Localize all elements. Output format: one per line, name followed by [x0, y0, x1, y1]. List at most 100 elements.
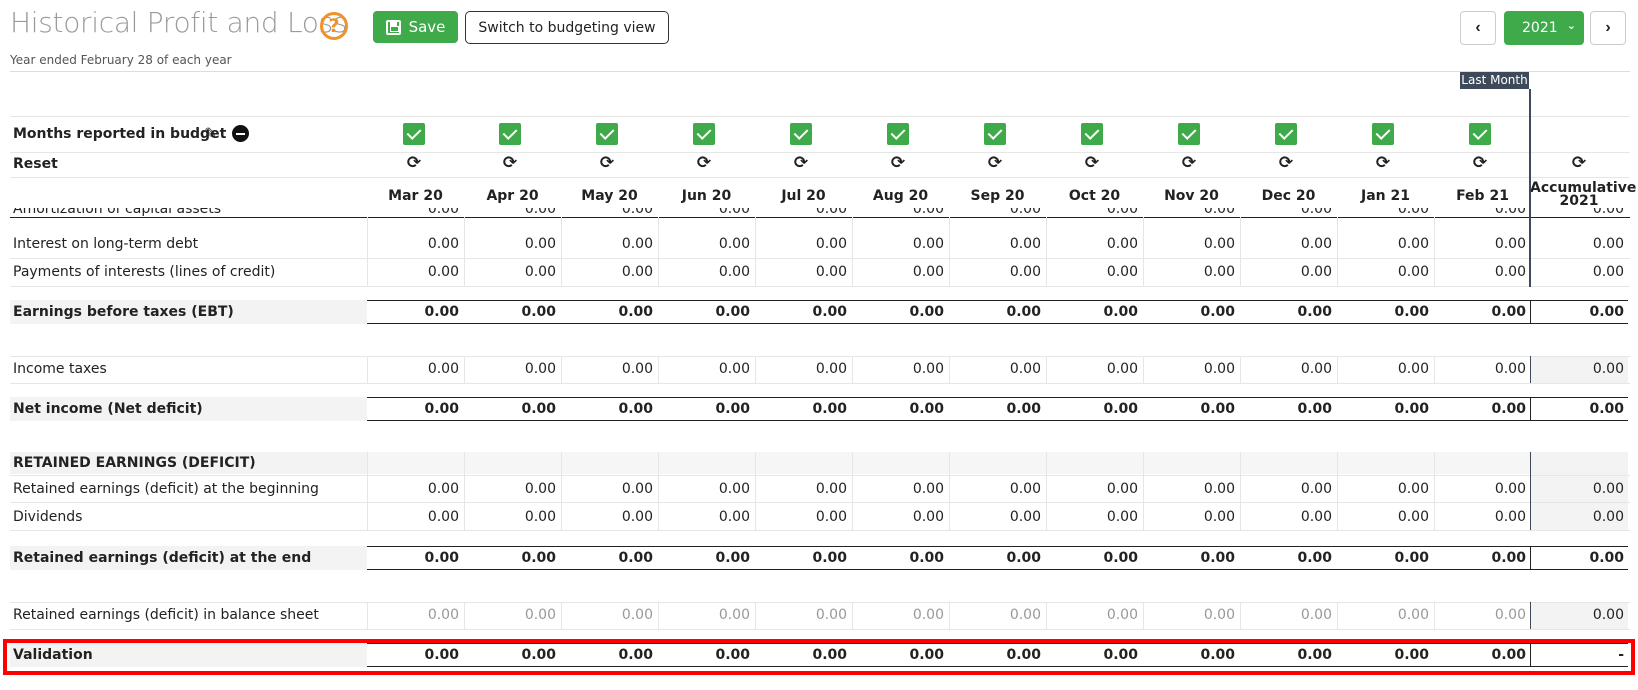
table-cell[interactable]: 0.00 — [1048, 607, 1138, 623]
table-cell[interactable]: 0.00 — [1339, 208, 1429, 217]
table-cell[interactable]: 0.00 — [951, 607, 1041, 623]
table-cell[interactable]: 0.00 — [1339, 607, 1429, 623]
table-cell[interactable]: 0.00 — [563, 236, 653, 252]
table-cell[interactable]: 0.00 — [1242, 509, 1332, 525]
month-checkbox-8[interactable] — [1178, 123, 1200, 145]
save-button[interactable]: Save — [373, 11, 458, 43]
table-cell[interactable]: 0.00 — [660, 481, 750, 497]
refresh-icon-5[interactable]: ⟳ — [887, 153, 909, 173]
table-cell[interactable]: 0.00 — [1242, 481, 1332, 497]
table-cell[interactable]: 0.00 — [660, 361, 750, 377]
month-checkbox-2[interactable] — [596, 123, 618, 145]
table-cell[interactable]: 0.00 — [563, 264, 653, 280]
table-cell[interactable]: 0.00 — [466, 208, 556, 217]
refresh-icon-6[interactable]: ⟳ — [984, 153, 1006, 173]
table-cell[interactable]: 0.00 — [1242, 264, 1332, 280]
table-cell[interactable]: 0.00 — [369, 481, 459, 497]
month-checkbox-6[interactable] — [984, 123, 1006, 145]
table-cell[interactable]: 0.00 — [1145, 361, 1235, 377]
table-cell[interactable]: 0.00 — [951, 264, 1041, 280]
table-cell[interactable]: 0.00 — [563, 361, 653, 377]
table-cell[interactable]: 0.00 — [951, 236, 1041, 252]
table-cell[interactable]: 0.00 — [854, 607, 944, 623]
table-cell[interactable]: 0.00 — [660, 509, 750, 525]
table-cell[interactable]: 0.00 — [951, 361, 1041, 377]
table-cell[interactable]: 0.00 — [1048, 481, 1138, 497]
table-cell[interactable]: 0.00 — [757, 264, 847, 280]
refresh-icon-0[interactable]: ⟳ — [403, 153, 425, 173]
table-cell[interactable]: 0.00 — [1145, 607, 1235, 623]
table-cell[interactable]: 0.00 — [1145, 481, 1235, 497]
month-checkbox-3[interactable] — [693, 123, 715, 145]
table-cell[interactable]: 0.00 — [660, 264, 750, 280]
table-cell[interactable]: 0.00 — [563, 481, 653, 497]
table-cell[interactable]: 0.00 — [1436, 208, 1526, 217]
remove-circle-icon[interactable] — [232, 125, 249, 142]
table-cell[interactable]: 0.00 — [1436, 607, 1526, 623]
help-icon[interactable]: ? — [320, 12, 348, 40]
table-cell[interactable]: 0.00 — [660, 208, 750, 217]
table-cell[interactable]: 0.00 — [1048, 264, 1138, 280]
table-cell[interactable]: 0.00 — [660, 236, 750, 252]
table-cell[interactable]: 0.00 — [369, 607, 459, 623]
table-cell[interactable]: 0.00 — [466, 509, 556, 525]
table-cell[interactable]: 0.00 — [1145, 236, 1235, 252]
table-cell[interactable]: 0.00 — [466, 361, 556, 377]
month-checkbox-10[interactable] — [1372, 123, 1394, 145]
table-cell[interactable]: 0.00 — [369, 208, 459, 217]
table-cell[interactable]: 0.00 — [1436, 361, 1526, 377]
table-cell[interactable]: 0.00 — [1436, 236, 1526, 252]
table-cell[interactable]: 0.00 — [1339, 264, 1429, 280]
table-cell[interactable]: 0.00 — [854, 481, 944, 497]
table-cell[interactable]: 0.00 — [563, 208, 653, 217]
table-cell[interactable]: 0.00 — [1242, 208, 1332, 217]
table-cell[interactable]: 0.00 — [854, 236, 944, 252]
table-cell[interactable]: 0.00 — [1339, 361, 1429, 377]
table-cell[interactable]: 0.00 — [757, 236, 847, 252]
month-checkbox-5[interactable] — [887, 123, 909, 145]
table-cell[interactable]: 0.00 — [1242, 607, 1332, 623]
table-cell[interactable]: 0.00 — [369, 509, 459, 525]
month-checkbox-7[interactable] — [1081, 123, 1103, 145]
table-cell[interactable]: 0.00 — [757, 509, 847, 525]
refresh-icon-accumulative[interactable]: ⟳ — [1568, 153, 1590, 173]
table-cell[interactable]: 0.00 — [1339, 236, 1429, 252]
table-cell[interactable]: 0.00 — [1436, 481, 1526, 497]
table-cell[interactable]: 0.00 — [660, 607, 750, 623]
switch-budgeting-view-button[interactable]: Switch to budgeting view — [465, 11, 669, 44]
table-cell[interactable]: 0.00 — [757, 607, 847, 623]
table-cell[interactable]: 0.00 — [1242, 236, 1332, 252]
table-cell[interactable]: 0.00 — [1145, 208, 1235, 217]
refresh-icon-10[interactable]: ⟳ — [1372, 153, 1394, 173]
refresh-icon-1[interactable]: ⟳ — [499, 153, 521, 173]
edit-icon[interactable]: ✎ — [204, 124, 217, 144]
year-select[interactable]: 2021 ⌄ — [1504, 11, 1584, 45]
refresh-icon-4[interactable]: ⟳ — [790, 153, 812, 173]
table-cell[interactable]: 0.00 — [1145, 509, 1235, 525]
table-cell[interactable]: 0.00 — [1436, 509, 1526, 525]
table-cell[interactable]: 0.00 — [1242, 361, 1332, 377]
refresh-icon-11[interactable]: ⟳ — [1469, 153, 1491, 173]
month-checkbox-1[interactable] — [499, 123, 521, 145]
month-checkbox-9[interactable] — [1275, 123, 1297, 145]
table-cell[interactable]: 0.00 — [951, 481, 1041, 497]
table-cell[interactable]: 0.00 — [466, 264, 556, 280]
table-cell[interactable]: 0.00 — [757, 481, 847, 497]
table-cell[interactable]: 0.00 — [563, 509, 653, 525]
previous-year-button[interactable]: ‹ — [1460, 11, 1496, 45]
table-cell[interactable]: 0.00 — [466, 607, 556, 623]
month-checkbox-11[interactable] — [1469, 123, 1491, 145]
month-checkbox-4[interactable] — [790, 123, 812, 145]
table-cell[interactable]: 0.00 — [369, 264, 459, 280]
table-cell[interactable]: 0.00 — [1339, 509, 1429, 525]
table-cell[interactable]: 0.00 — [1048, 236, 1138, 252]
refresh-icon-9[interactable]: ⟳ — [1275, 153, 1297, 173]
table-cell[interactable]: 0.00 — [854, 208, 944, 217]
refresh-icon-7[interactable]: ⟳ — [1081, 153, 1103, 173]
table-cell[interactable]: 0.00 — [466, 236, 556, 252]
table-cell[interactable]: 0.00 — [1145, 264, 1235, 280]
table-cell[interactable]: 0.00 — [854, 264, 944, 280]
table-cell[interactable]: 0.00 — [757, 208, 847, 217]
table-cell[interactable]: 0.00 — [951, 509, 1041, 525]
table-cell[interactable]: 0.00 — [951, 208, 1041, 217]
